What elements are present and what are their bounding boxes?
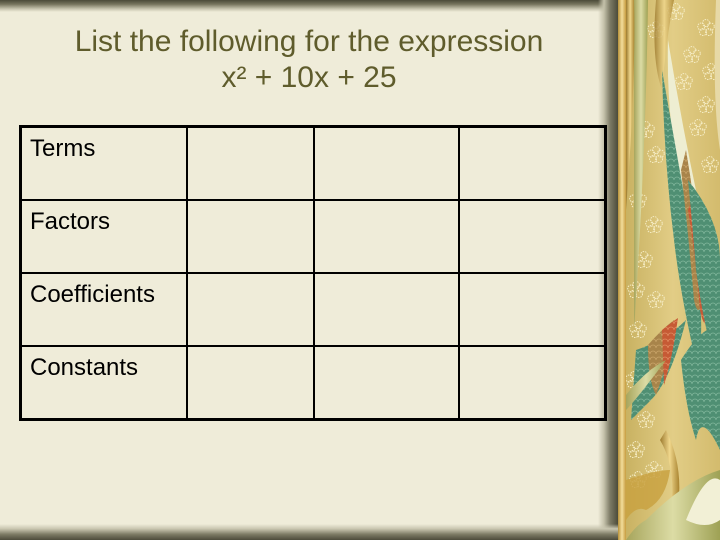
table-cell[interactable] <box>185 125 315 201</box>
expression-table: Terms Factors Coefficients Constants <box>19 125 607 421</box>
table-cell[interactable] <box>457 345 607 421</box>
table-cell[interactable] <box>185 345 315 421</box>
table-cell[interactable] <box>457 272 607 347</box>
table-cell[interactable] <box>312 125 460 201</box>
table-cell[interactable] <box>185 199 315 274</box>
row-label-terms: Terms <box>19 125 188 201</box>
title-expression: x² + 10x + 25 <box>221 61 397 94</box>
table-row-constants: Constants <box>19 345 607 421</box>
floral-kimono-pattern-icon <box>626 0 720 540</box>
table-row-coefficients: Coefficients <box>19 272 607 347</box>
gold-border-strip <box>618 0 626 540</box>
table-cell[interactable] <box>457 199 607 274</box>
row-label-constants: Constants <box>19 345 188 421</box>
frame-bottom-shadow <box>0 524 618 540</box>
title-line-1: List the following for the expression <box>74 25 544 58</box>
row-label-factors: Factors <box>19 199 188 274</box>
table-cell[interactable] <box>185 272 315 347</box>
table-cell[interactable] <box>457 125 607 201</box>
table-cell[interactable] <box>312 345 460 421</box>
slide-panel: List the following for the expression x²… <box>0 0 618 540</box>
table-row-terms: Terms <box>19 125 607 201</box>
slide-title: List the following for the expression x²… <box>14 24 604 96</box>
table-cell[interactable] <box>312 199 460 274</box>
kimono-decoration <box>626 0 720 540</box>
frame-top-shadow <box>0 0 618 12</box>
table-row-factors: Factors <box>19 199 607 274</box>
row-label-coefficients: Coefficients <box>19 272 188 347</box>
table-cell[interactable] <box>312 272 460 347</box>
